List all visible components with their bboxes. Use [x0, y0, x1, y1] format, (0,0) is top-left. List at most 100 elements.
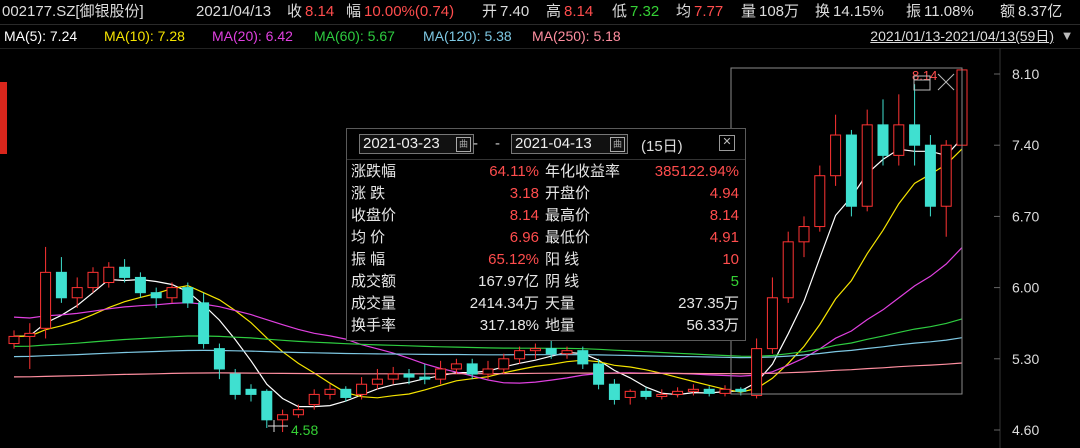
candle[interactable] — [245, 384, 257, 402]
candle-body — [561, 350, 573, 355]
candle[interactable] — [751, 338, 763, 399]
ma5-label: MA(5): 7.24 — [4, 28, 78, 44]
ma20-label: MA(20): 6.42 — [212, 28, 293, 44]
y-tick-label: 7.40 — [1012, 137, 1039, 153]
candle-body — [703, 388, 715, 394]
date-sep-dash: - — [473, 135, 478, 152]
stat-value: 385122.94% — [654, 163, 739, 180]
candle-body — [529, 348, 541, 352]
calendar-icon[interactable]: 曲 — [610, 137, 625, 152]
candle-body — [640, 390, 652, 397]
candle[interactable] — [893, 94, 905, 166]
start-date-value: 2021-03-23 — [363, 135, 440, 152]
candle[interactable] — [608, 379, 620, 405]
candle[interactable] — [577, 346, 589, 369]
candle[interactable] — [213, 343, 225, 380]
candle[interactable] — [861, 109, 873, 212]
candle-body — [608, 383, 620, 400]
candle-body — [861, 124, 873, 207]
candle-body — [119, 266, 131, 278]
selection-range-box[interactable] — [730, 67, 963, 395]
candle[interactable] — [814, 165, 826, 232]
candle-body — [593, 363, 605, 385]
candle[interactable] — [261, 389, 273, 428]
avg-value: 7.77 — [694, 3, 724, 20]
candle[interactable] — [766, 277, 778, 354]
candle[interactable] — [782, 231, 794, 303]
stats-row: 均 价 6.96 最低价 4.91 — [347, 227, 745, 249]
start-date-input[interactable]: 2021-03-23 曲 — [359, 134, 474, 154]
candle[interactable] — [830, 114, 842, 186]
date-range-link[interactable]: 2021/01/13-2021/04/13(59日) — [870, 24, 1054, 48]
candle[interactable] — [466, 358, 478, 380]
avg-label: 均 — [676, 3, 692, 20]
candle[interactable] — [924, 135, 936, 217]
candle[interactable] — [119, 259, 131, 283]
candle[interactable] — [324, 384, 336, 400]
candle[interactable] — [703, 386, 715, 397]
candle[interactable] — [909, 84, 921, 166]
candle-body — [466, 363, 478, 375]
candle[interactable] — [640, 387, 652, 400]
candle[interactable] — [40, 246, 52, 339]
candle[interactable] — [940, 140, 952, 237]
candle[interactable] — [514, 346, 526, 364]
candle-body — [845, 134, 857, 207]
candle[interactable] — [656, 389, 668, 400]
candle[interactable] — [624, 389, 636, 405]
close-value: 8.14 — [305, 3, 335, 20]
candle-body — [40, 271, 52, 329]
y-tick-label: 4.60 — [1012, 422, 1039, 438]
candle-body — [482, 368, 494, 375]
stat-label: 均 价 — [351, 229, 386, 246]
candle[interactable] — [387, 366, 399, 385]
candle[interactable] — [877, 99, 889, 166]
stat-label: 涨 跌 — [351, 185, 386, 202]
amp-value: 11.08% — [924, 3, 974, 20]
candle[interactable] — [371, 368, 383, 390]
candle[interactable] — [845, 129, 857, 217]
change-value: 10.00%(0.74) — [364, 3, 455, 20]
turn-value: 14.15% — [833, 3, 884, 20]
candle-body — [672, 390, 684, 395]
y-tick-label: 6.70 — [1012, 208, 1039, 224]
stat-label: 收盘价 — [351, 207, 397, 224]
open-value: 7.40 — [500, 3, 530, 20]
candle[interactable] — [277, 409, 289, 433]
candle-body — [782, 241, 794, 299]
candle-body — [340, 388, 352, 398]
stat-label: 阳 线 — [545, 251, 580, 268]
candle[interactable] — [198, 292, 210, 349]
calendar-icon[interactable]: 曲 — [456, 137, 471, 152]
candle-body — [830, 134, 842, 177]
candle[interactable] — [87, 267, 99, 293]
candle[interactable] — [529, 343, 541, 359]
panel-close-icon[interactable]: ✕ — [719, 135, 735, 151]
end-date-input[interactable]: 2021-04-13 曲 — [511, 134, 628, 154]
stat-label: 年化收益率 — [545, 163, 621, 180]
candle[interactable] — [545, 340, 557, 359]
candle[interactable] — [687, 384, 699, 396]
stats-row: 涨 跌 3.18 开盘价 4.94 — [347, 183, 745, 205]
candle[interactable] — [498, 353, 510, 375]
dropdown-triangle-icon[interactable]: ▼ — [1058, 24, 1076, 48]
candle[interactable] — [55, 257, 67, 303]
candle[interactable] — [798, 216, 810, 258]
candle-body — [498, 358, 510, 370]
stat-value: 6.96 — [509, 229, 539, 246]
candle-body — [450, 363, 462, 370]
candle[interactable] — [672, 387, 684, 398]
ma10-label: MA(10): 7.28 — [104, 28, 185, 44]
candle[interactable] — [103, 262, 115, 288]
candle-body — [356, 383, 368, 395]
candle-body — [624, 390, 636, 398]
candle[interactable] — [719, 385, 731, 397]
amp-label: 振 — [906, 3, 922, 20]
candle-body — [751, 348, 763, 396]
candle[interactable] — [593, 358, 605, 390]
candle[interactable] — [134, 272, 146, 298]
candle-body — [87, 271, 99, 289]
candle-body — [766, 297, 778, 350]
stat-value: 5 — [730, 273, 739, 290]
candle[interactable] — [435, 360, 447, 385]
